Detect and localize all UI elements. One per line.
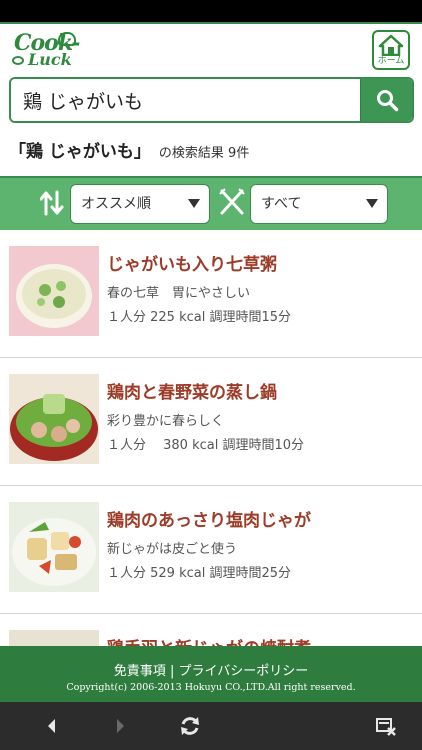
recipe-title[interactable]: じゃがいも入り七草粥 [107,250,277,275]
privacy-policy-link[interactable]: プライバシーポリシー [178,664,308,679]
forward-arrow-icon[interactable] [108,714,132,738]
recipe-title[interactable]: 鶏肉のあっさり塩肉じゃが [107,506,311,531]
recipe-item[interactable]: 鶏肉と春野菜の蒸し鍋 彩り豊かに春らしく １人分 380 kcal 調理時間10… [0,358,422,486]
result-query: 「鶏 じゃがいも」 [9,142,151,162]
back-arrow-icon[interactable] [40,714,64,738]
search-input[interactable] [11,79,362,121]
recipe-photo-steamed-pot [9,374,99,464]
recipe-photo-nikujaga [9,502,99,592]
fork-knife-icon [219,188,245,215]
disclaimer-link[interactable]: 免責事項 [114,664,166,679]
logo-ring-icon [12,56,24,65]
recipe-photo-porridge [9,246,99,336]
category-select-value: すべて [261,196,302,212]
sort-icon [40,190,64,216]
header: Cook- Luck ホーム [0,22,422,74]
recipe-description: 春の七草 胃にやさしい [107,286,251,301]
recipe-title[interactable]: 鶏肉と春野菜の蒸し鍋 [107,378,277,403]
cook-luck-logo[interactable]: Cook- Luck [12,30,82,72]
reload-icon[interactable] [178,714,202,738]
filter-bar: オススメ順 すべて [0,176,422,230]
copyright-text: Copyright(c) 2006-2013 Hokuyu CO.,LTD.Al… [66,682,356,693]
recipe-photo-teba [9,630,99,646]
result-count: の検索結果 9件 [158,146,250,161]
recipe-item[interactable]: 鶏肉のあっさり塩肉じゃが 新じゃがは皮ごと使う １人分 529 kcal 調理時… [0,486,422,614]
sort-select-value: オススメ順 [81,196,151,212]
search-icon [376,90,398,112]
chevron-down-icon [366,199,378,208]
logo-text-bottom: Luck [28,50,72,69]
chevron-down-icon [188,199,200,208]
close-tabs-icon[interactable] [374,714,398,738]
recipe-meta: １人分 225 kcal 調理時間15分 [107,310,292,325]
recipe-meta: １人分 529 kcal 調理時間25分 [107,566,292,581]
recipe-title[interactable]: 鶏手羽と新じゃがの焼酎煮 [107,634,311,646]
footer-links: 免責事項 | プライバシーポリシー [0,660,422,679]
search-result-summary: 「鶏 じゃがいも」 の検索結果 9件 [9,137,413,162]
search-button[interactable] [360,79,412,121]
footer-separator: | [169,664,175,679]
status-bar [0,0,422,22]
category-select[interactable]: すべて [250,184,388,224]
footer: 免責事項 | プライバシーポリシー Copyright(c) 2006-2013… [0,646,422,702]
recipe-meta: １人分 380 kcal 調理時間10分 [107,438,305,453]
recipe-item[interactable]: 鶏手羽と新じゃがの焼酎煮 [0,614,422,646]
home-icon [378,34,404,56]
recipe-list: じゃがいも入り七草粥 春の七草 胃にやさしい １人分 225 kcal 調理時間… [0,230,422,646]
browser-toolbar [0,702,422,750]
sort-select[interactable]: オススメ順 [70,184,210,224]
home-button[interactable]: ホーム [372,30,410,70]
recipe-description: 新じゃがは皮ごと使う [107,542,238,557]
recipe-item[interactable]: じゃがいも入り七草粥 春の七草 胃にやさしい １人分 225 kcal 調理時間… [0,230,422,358]
home-label: ホーム [377,56,405,66]
search-bar [9,77,414,123]
recipe-description: 彩り豊かに春らしく [107,414,225,429]
